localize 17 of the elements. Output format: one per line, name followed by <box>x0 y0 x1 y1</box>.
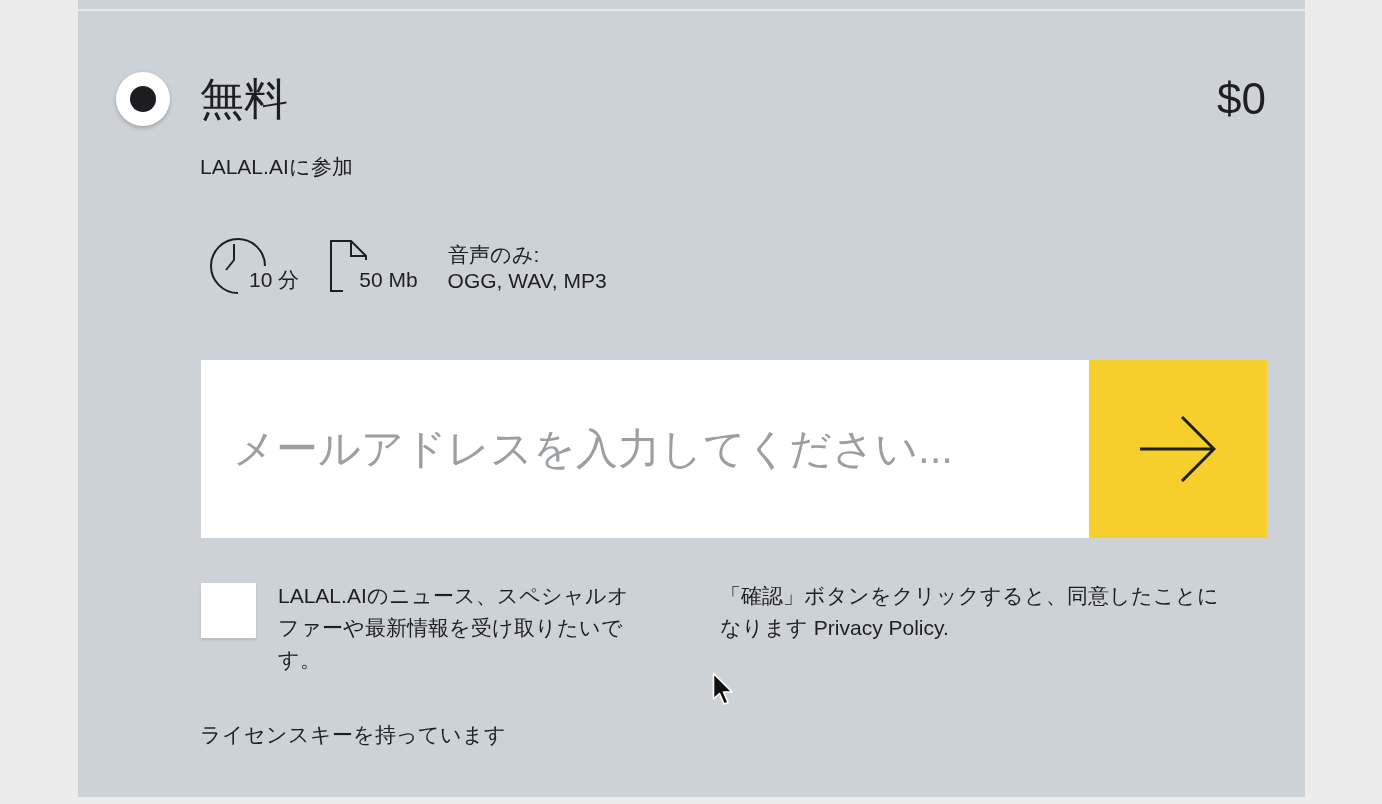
newsletter-checkbox[interactable] <box>201 583 256 638</box>
plan-title: 無料 <box>200 73 288 125</box>
formats-text: OGG, WAV, MP3 <box>447 268 607 294</box>
formats-label: 音声のみ: <box>447 242 540 268</box>
submit-button[interactable] <box>1089 360 1267 538</box>
privacy-policy-link[interactable]: Privacy Policy <box>813 616 943 639</box>
consent-text: 「確認」ボタンをクリックすると、同意したことになります Privacy Policy. <box>720 583 1220 641</box>
size-text: 50 Mb <box>359 267 418 293</box>
plan-price: $0 <box>1217 73 1266 125</box>
newsletter-label: LALAL.AIのニュース、スペシャルオファーや最新情報を受け取りたいです。 <box>278 583 630 673</box>
email-input[interactable]: メールアドレスを入力してください... <box>201 360 1089 538</box>
duration-text: 10 分 <box>249 267 300 293</box>
plan-subtitle: LALAL.AIに参加 <box>200 155 353 178</box>
arrow-right-icon <box>1140 416 1216 482</box>
mouse-pointer-icon <box>712 672 734 706</box>
license-key-link[interactable]: ライセンスキーを持っています <box>200 723 506 746</box>
plan-radio[interactable] <box>116 72 170 126</box>
